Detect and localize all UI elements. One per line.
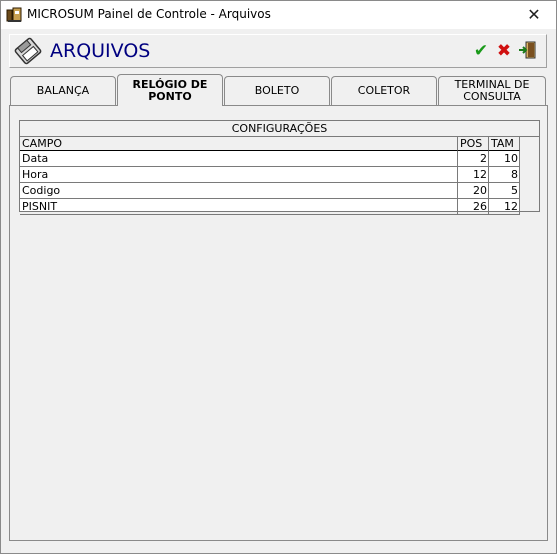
tab-panel: CONFIGURAÇÕES CAMPO POS TAM Data 2 10 Ho… — [9, 105, 548, 541]
check-icon: ✔ — [473, 41, 489, 61]
cell-pos[interactable]: 12 — [458, 167, 489, 183]
window-title: MICROSUM Painel de Controle - Arquivos — [27, 7, 271, 21]
cell-campo[interactable]: PISNIT — [20, 199, 458, 215]
grid-caption: CONFIGURAÇÕES — [20, 121, 539, 137]
tab-relogio-label: RELÓGIO DE PONTO — [132, 77, 208, 103]
title-bar: MICROSUM Painel de Controle - Arquivos ✕ — [1, 1, 556, 29]
column-header-campo[interactable]: CAMPO — [20, 137, 458, 151]
cell-pos[interactable]: 20 — [458, 183, 489, 199]
tab-terminal-label: TERMINAL DE CONSULTA — [454, 78, 530, 103]
cell-tam[interactable]: 5 — [489, 183, 520, 199]
column-header-tam[interactable]: TAM — [489, 137, 520, 151]
cell-tam[interactable]: 12 — [489, 199, 520, 215]
table-row[interactable]: PISNIT 26 12 — [20, 199, 520, 215]
exit-button[interactable] — [517, 40, 539, 62]
cell-pos[interactable]: 26 — [458, 199, 489, 215]
table-row[interactable]: Codigo 20 5 — [20, 183, 520, 199]
tab-boleto[interactable]: BOLETO — [224, 76, 330, 105]
app-window: MICROSUM Painel de Controle - Arquivos ✕… — [0, 0, 557, 554]
floppy-disk-icon — [13, 36, 43, 66]
table-row[interactable]: Data 2 10 — [20, 151, 520, 167]
x-icon: ✖ — [496, 41, 512, 61]
cell-campo[interactable]: Data — [20, 151, 458, 167]
close-button[interactable]: ✕ — [512, 1, 556, 29]
cancel-button[interactable]: ✖ — [493, 40, 515, 62]
grid-empty-area — [520, 137, 539, 211]
cell-tam[interactable]: 10 — [489, 151, 520, 167]
cell-campo[interactable]: Hora — [20, 167, 458, 183]
cell-pos[interactable]: 2 — [458, 151, 489, 167]
tab-terminal-de-consulta[interactable]: TERMINAL DE CONSULTA — [438, 76, 546, 105]
tab-balanca[interactable]: BALANÇA — [10, 76, 116, 105]
tab-coletor[interactable]: COLETOR — [331, 76, 437, 105]
confirm-button[interactable]: ✔ — [470, 40, 492, 62]
page-title: ARQUIVOS — [50, 40, 151, 62]
table-row[interactable]: Hora 12 8 — [20, 167, 520, 183]
cell-tam[interactable]: 8 — [489, 167, 520, 183]
app-icon — [6, 7, 22, 23]
exit-door-icon — [518, 41, 538, 63]
config-grid[interactable]: CONFIGURAÇÕES CAMPO POS TAM Data 2 10 Ho… — [19, 120, 540, 215]
header-bar: ARQUIVOS ✔ ✖ — [9, 34, 547, 68]
tab-relogio-de-ponto[interactable]: RELÓGIO DE PONTO — [117, 74, 223, 106]
tab-strip: BALANÇA RELÓGIO DE PONTO BOLETO COLETOR … — [9, 74, 549, 106]
column-header-pos[interactable]: POS — [458, 137, 489, 151]
cell-campo[interactable]: Codigo — [20, 183, 458, 199]
